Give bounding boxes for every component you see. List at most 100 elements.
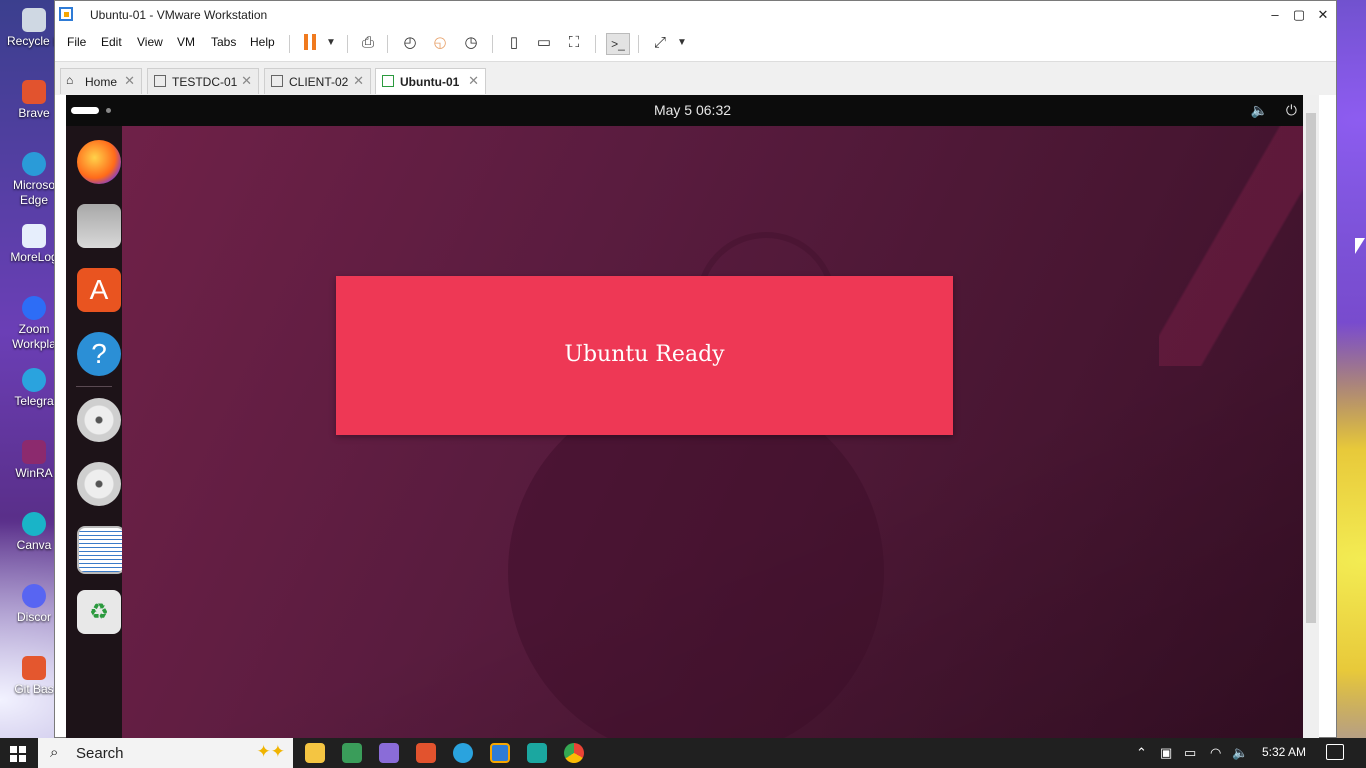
menu-vm[interactable]: VM bbox=[177, 35, 195, 49]
battery-icon[interactable]: ▭ bbox=[1184, 745, 1196, 761]
menu-edit[interactable]: Edit bbox=[101, 35, 122, 49]
optical-disc-icon[interactable] bbox=[77, 398, 121, 442]
tab-label: TESTDC-01 bbox=[172, 75, 238, 89]
gitbash-icon bbox=[22, 656, 46, 680]
tab-home[interactable]: ⌂ Home ✕ bbox=[60, 68, 142, 94]
snapshot-icon[interactable]: ◴ bbox=[399, 33, 421, 53]
library-view-icon[interactable]: ▯ bbox=[503, 33, 525, 53]
jellyfish-decoration bbox=[508, 384, 884, 739]
toolbar-separator bbox=[289, 35, 290, 53]
toolbar-separator bbox=[638, 35, 639, 53]
winrar-icon bbox=[22, 440, 46, 464]
pause-dropdown-icon[interactable]: ▼ bbox=[320, 33, 342, 53]
system-menu[interactable]: 🔈 ⏻ bbox=[1251, 102, 1297, 119]
power-icon: ⏻ bbox=[1285, 102, 1297, 118]
minimize-button[interactable]: – bbox=[1264, 5, 1286, 25]
trash-icon[interactable]: ♻ bbox=[77, 590, 121, 634]
recycle-bin-icon bbox=[22, 8, 46, 32]
windows-start-icon[interactable] bbox=[10, 746, 26, 762]
show-hidden-icons-icon[interactable]: ⌃ bbox=[1136, 745, 1147, 761]
mouse-cursor bbox=[1355, 238, 1365, 254]
send-ctrl-alt-del-icon[interactable]: ⎙ bbox=[357, 33, 379, 53]
maximize-button[interactable]: ▢ bbox=[1288, 5, 1310, 25]
app-icon[interactable] bbox=[527, 743, 547, 763]
tab-label: Ubuntu-01 bbox=[400, 75, 460, 89]
gnome-top-bar: May 5 06:32 🔈 ⏻ bbox=[66, 95, 1319, 126]
volume-icon: 🔈 bbox=[1250, 102, 1269, 118]
close-tab-icon[interactable]: ✕ bbox=[124, 73, 135, 89]
close-tab-icon[interactable]: ✕ bbox=[353, 73, 364, 89]
canva-icon bbox=[22, 512, 46, 536]
tab-client-02[interactable]: CLIENT-02 ✕ bbox=[264, 68, 371, 94]
vm-icon bbox=[154, 75, 166, 87]
ready-banner: Ubuntu Ready bbox=[336, 276, 953, 435]
morelogin-icon bbox=[22, 224, 46, 248]
toolbar-separator bbox=[595, 35, 596, 53]
vmware-taskbar-icon[interactable] bbox=[490, 743, 510, 763]
app-icon[interactable] bbox=[342, 743, 362, 763]
wallpaper-stripe bbox=[1159, 126, 1319, 366]
scrollbar-thumb[interactable] bbox=[1306, 113, 1316, 623]
stretch-dropdown-icon[interactable]: ▼ bbox=[671, 33, 693, 53]
windows-taskbar: ⌕ Search ✦✦ ⌃ ▣ ▭ ◠ 🔈 5:32 AM bbox=[0, 738, 1366, 768]
optical-disc-icon[interactable] bbox=[77, 462, 121, 506]
tab-bar: ⌂ Home ✕ TESTDC-01 ✕ CLIENT-02 ✕ Ubuntu-… bbox=[55, 61, 1336, 95]
zoom-icon bbox=[22, 296, 46, 320]
tab-label: CLIENT-02 bbox=[289, 75, 349, 89]
files-icon[interactable] bbox=[77, 204, 121, 248]
telegram-taskbar-icon[interactable] bbox=[453, 743, 473, 763]
window-title: Ubuntu-01 - VMware Workstation bbox=[90, 8, 268, 22]
menu-help[interactable]: Help bbox=[250, 35, 275, 49]
search-icon: ⌕ bbox=[50, 744, 59, 761]
text-editor-icon[interactable] bbox=[77, 526, 125, 574]
close-button[interactable]: ✕ bbox=[1312, 5, 1334, 25]
running-vm-icon bbox=[382, 75, 394, 87]
close-tab-icon[interactable]: ✕ bbox=[241, 73, 252, 89]
thumbnail-bar-icon[interactable]: ▭ bbox=[533, 33, 555, 53]
full-screen-icon[interactable]: ⛶ bbox=[563, 33, 585, 53]
vertical-scrollbar[interactable] bbox=[1303, 95, 1319, 739]
vm-icon bbox=[271, 75, 283, 87]
app-icon[interactable] bbox=[379, 743, 399, 763]
dock-separator bbox=[76, 386, 112, 387]
pause-icon[interactable] bbox=[304, 34, 318, 50]
telegram-icon bbox=[22, 368, 46, 392]
copilot-sparkle-icon: ✦✦ bbox=[256, 742, 286, 761]
vm-console[interactable]: May 5 06:32 🔈 ⏻ A ? ♻ Ubuntu Ready bbox=[66, 95, 1319, 739]
stretch-guest-icon[interactable]: ⤢ bbox=[649, 33, 671, 53]
speaker-icon[interactable]: 🔈 bbox=[1232, 745, 1248, 761]
wifi-icon[interactable]: ◠ bbox=[1210, 745, 1221, 761]
gnome-clock[interactable]: May 5 06:32 bbox=[66, 102, 1319, 118]
close-tab-icon[interactable]: ✕ bbox=[468, 73, 479, 89]
menu-tabs[interactable]: Tabs bbox=[211, 35, 236, 49]
discord-icon bbox=[22, 584, 46, 608]
home-icon: ⌂ bbox=[66, 73, 74, 87]
file-explorer-icon[interactable] bbox=[305, 743, 325, 763]
firefox-icon[interactable] bbox=[77, 140, 121, 184]
taskbar-clock[interactable]: 5:32 AM bbox=[1262, 745, 1306, 759]
taskbar-search[interactable]: ⌕ Search ✦✦ bbox=[38, 738, 293, 768]
chrome-taskbar-icon[interactable] bbox=[564, 743, 584, 763]
desktop-icon-column: Recycle B Brave Microso Edge MoreLog Zoo… bbox=[0, 0, 61, 738]
banner-text: Ubuntu Ready bbox=[564, 342, 725, 367]
edge-icon bbox=[22, 152, 46, 176]
brave-icon bbox=[22, 80, 46, 104]
menu-view[interactable]: View bbox=[137, 35, 163, 49]
help-icon[interactable]: ? bbox=[77, 332, 121, 376]
brave-taskbar-icon[interactable] bbox=[416, 743, 436, 763]
camera-icon[interactable]: ▣ bbox=[1160, 745, 1172, 761]
vmware-window: Ubuntu-01 - VMware Workstation – ▢ ✕ Fil… bbox=[54, 0, 1337, 739]
app-center-icon[interactable]: A bbox=[77, 268, 121, 312]
revert-snapshot-icon[interactable]: ◵ bbox=[429, 33, 451, 53]
snapshot-manager-icon[interactable]: ◷ bbox=[460, 33, 482, 53]
notifications-icon[interactable] bbox=[1326, 744, 1344, 760]
tab-ubuntu-01[interactable]: Ubuntu-01 ✕ bbox=[375, 68, 486, 94]
title-bar[interactable]: Ubuntu-01 - VMware Workstation – ▢ ✕ bbox=[55, 1, 1336, 29]
tab-testdc-01[interactable]: TESTDC-01 ✕ bbox=[147, 68, 259, 94]
console-view-icon[interactable]: >_ bbox=[606, 33, 630, 55]
toolbar-separator bbox=[492, 35, 493, 53]
toolbar-separator bbox=[347, 35, 348, 53]
tab-label: Home bbox=[85, 75, 118, 89]
menu-file[interactable]: File bbox=[67, 35, 86, 49]
vmware-app-icon bbox=[59, 7, 73, 21]
